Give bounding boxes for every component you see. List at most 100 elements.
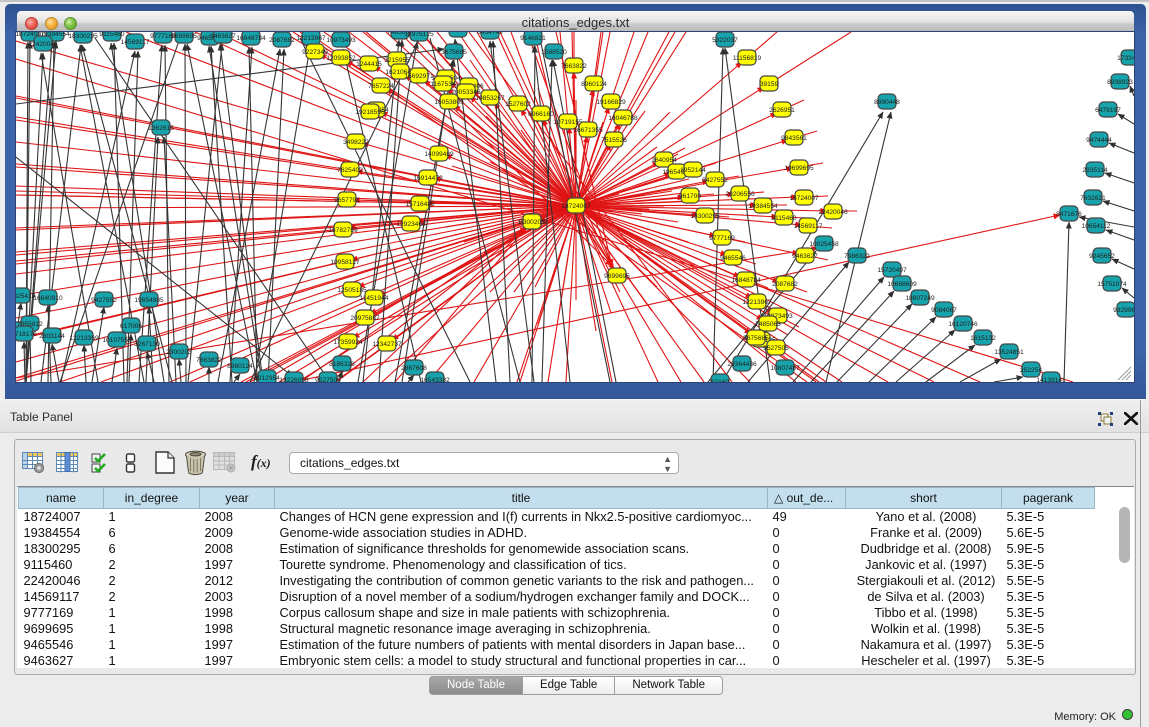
svg-text:10958127: 10958127 [330, 259, 360, 266]
svg-text:22420046: 22420046 [28, 41, 58, 48]
svg-text:16053809: 16053809 [434, 99, 464, 106]
svg-text:16848784: 16848784 [731, 277, 761, 284]
svg-text:18300295: 18300295 [690, 213, 720, 220]
svg-text:7663822: 7663822 [196, 357, 222, 364]
svg-text:22420046: 22420046 [818, 209, 848, 216]
svg-text:19166829: 19166829 [596, 99, 626, 106]
svg-text:1952144: 1952144 [680, 167, 706, 174]
svg-text:8912954: 8912954 [254, 375, 280, 382]
svg-text:10654112: 10654112 [1082, 223, 1111, 230]
svg-text:10719155: 10719155 [553, 119, 583, 126]
svg-text:16120746: 16120746 [948, 321, 978, 328]
svg-text:12505185: 12505185 [337, 287, 367, 294]
svg-text:10025458: 10025458 [809, 241, 839, 248]
svg-text:10699695: 10699695 [784, 165, 814, 172]
svg-text:5322037: 5322037 [712, 37, 738, 44]
svg-text:19384554: 19384554 [748, 203, 778, 210]
svg-text:2867608: 2867608 [401, 365, 427, 372]
svg-text:2718176: 2718176 [16, 331, 37, 338]
svg-text:9463627: 9463627 [792, 253, 818, 260]
svg-text:2300203: 2300203 [519, 219, 545, 226]
svg-text:9657791: 9657791 [334, 197, 360, 204]
svg-text:2626951: 2626951 [769, 107, 795, 114]
svg-text:9329966: 9329966 [1113, 307, 1134, 314]
svg-text:7857224: 7857224 [368, 83, 394, 90]
svg-text:8186328: 8186328 [329, 361, 355, 368]
svg-text:10107553: 10107553 [102, 337, 132, 344]
svg-text:3267130: 3267130 [134, 341, 160, 348]
svg-text:8938923: 8938923 [1107, 79, 1133, 86]
svg-text:8454749: 8454749 [477, 32, 503, 36]
svg-text:19218596: 19218596 [355, 109, 385, 116]
svg-text:12342737: 12342737 [372, 341, 402, 348]
svg-text:12213967: 12213967 [742, 299, 772, 306]
svg-text:12923468: 12923468 [396, 221, 426, 228]
svg-text:11156819: 11156819 [733, 55, 762, 62]
svg-text:2087682: 2087682 [772, 281, 798, 288]
svg-text:10973493: 10973493 [326, 37, 356, 44]
svg-text:18724007: 18724007 [561, 203, 591, 210]
svg-text:15692971: 15692971 [404, 73, 434, 80]
svg-text:9245652: 9245652 [1089, 253, 1115, 260]
svg-text:12975125: 12975125 [404, 32, 434, 38]
svg-text:20975887: 20975887 [350, 315, 380, 322]
svg-text:2935114: 2935114 [1082, 167, 1108, 174]
svg-text:11451944: 11451944 [360, 295, 389, 302]
svg-text:13226058: 13226058 [279, 377, 309, 382]
svg-text:13524851: 13524851 [994, 349, 1024, 356]
svg-text:15751074: 15751074 [1097, 281, 1127, 288]
svg-text:3215955: 3215955 [384, 57, 410, 64]
svg-text:16640910: 16640910 [33, 295, 63, 302]
svg-text:16848784: 16848784 [236, 35, 266, 42]
svg-text:14099489: 14099489 [424, 151, 454, 158]
svg-text:1527602: 1527602 [505, 101, 531, 108]
svg-text:7632621: 7632621 [1080, 195, 1106, 202]
svg-text:7625402: 7625402 [337, 167, 363, 174]
svg-text:9699695: 9699695 [604, 273, 630, 280]
svg-text:15720407: 15720407 [877, 267, 907, 274]
svg-text:17359924: 17359924 [333, 339, 363, 346]
svg-text:16782759: 16782759 [328, 227, 358, 234]
svg-text:1362615: 1362615 [148, 125, 174, 132]
svg-text:2300203: 2300203 [166, 349, 192, 356]
svg-text:10853267: 10853267 [475, 95, 505, 102]
svg-text:2803144: 2803144 [39, 333, 65, 340]
svg-text:8960124: 8960124 [581, 81, 607, 88]
svg-text:16671355: 16671355 [573, 127, 603, 134]
svg-text:12213967: 12213967 [296, 35, 326, 42]
svg-text:7515526: 7515526 [601, 137, 627, 144]
svg-text:18300295: 18300295 [68, 33, 98, 40]
svg-text:19654985: 19654985 [134, 297, 164, 304]
svg-text:16046788: 16046788 [608, 115, 638, 122]
svg-text:6966160: 6966160 [528, 111, 554, 118]
svg-text:10807487: 10807487 [770, 365, 800, 372]
svg-text:9777169: 9777169 [709, 235, 735, 242]
svg-text:1588520: 1588520 [541, 49, 567, 56]
svg-text:12093852: 12093852 [326, 55, 356, 62]
svg-text:9463627: 9463627 [210, 33, 236, 40]
svg-text:617006: 617006 [120, 323, 142, 330]
svg-text:7485063: 7485063 [755, 321, 781, 328]
svg-text:9146821: 9146821 [520, 35, 546, 42]
svg-text:2087682: 2087682 [269, 37, 295, 44]
svg-text:18724007: 18724007 [789, 195, 819, 202]
svg-text:9084067: 9084067 [931, 307, 957, 314]
svg-text:1640954: 1640954 [651, 157, 677, 164]
svg-text:961700: 961700 [679, 193, 701, 200]
svg-text:16914479: 16914479 [413, 175, 443, 182]
svg-text:7986322: 7986322 [844, 253, 870, 260]
svg-text:9465546: 9465546 [720, 255, 746, 262]
svg-text:20364436: 20364436 [727, 361, 757, 368]
svg-text:9527500: 9527500 [315, 377, 341, 382]
svg-text:14569117: 14569117 [794, 223, 823, 230]
svg-text:20206556: 20206556 [725, 191, 755, 198]
svg-text:10688609: 10688609 [887, 281, 917, 288]
svg-text:3675685: 3675685 [441, 49, 467, 56]
svg-text:1615132: 1615132 [970, 335, 996, 342]
svg-text:1733426: 1733426 [1117, 55, 1134, 62]
svg-text:9843561: 9843561 [781, 135, 807, 142]
svg-text:16543382: 16543382 [420, 377, 450, 382]
svg-text:1167534: 1167534 [430, 81, 456, 88]
svg-text:12213369: 12213369 [69, 335, 99, 342]
svg-text:8860124: 8860124 [227, 363, 253, 370]
